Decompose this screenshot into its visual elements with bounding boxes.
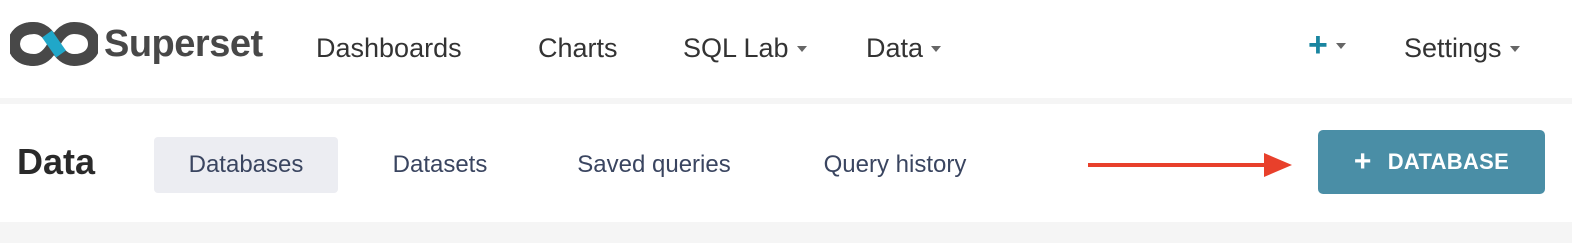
chevron-down-icon — [1509, 46, 1520, 52]
nav-data[interactable]: Data — [866, 28, 942, 68]
tab-datasets[interactable]: Datasets — [372, 137, 508, 193]
nav-data-label: Data — [866, 33, 924, 63]
nav-sql-lab-label: SQL Lab — [683, 33, 789, 63]
page-title: Data — [17, 141, 96, 182]
arrow-right-icon — [1088, 153, 1292, 177]
nav-charts[interactable]: Charts — [538, 28, 618, 68]
tab-saved-queries[interactable]: Saved queries — [556, 137, 752, 193]
superset-logo[interactable]: Superset — [10, 20, 263, 68]
content-background — [0, 222, 1572, 243]
app-name: Superset — [104, 23, 263, 65]
tab-label: Databases — [188, 151, 304, 178]
superset-logo-icon — [10, 21, 98, 67]
add-database-label: DATABASE — [1387, 149, 1510, 174]
tab-databases[interactable]: Databases — [154, 137, 338, 193]
chevron-down-icon — [931, 46, 942, 52]
tab-query-history[interactable]: Query history — [800, 137, 990, 193]
add-database-button[interactable]: + DATABASE — [1318, 130, 1545, 194]
nav-dashboards[interactable]: Dashboards — [316, 28, 462, 68]
page-header: Data Databases Datasets Saved queries Qu… — [0, 104, 1572, 222]
nav-settings-label: Settings — [1404, 33, 1502, 63]
tab-label: Datasets — [392, 151, 488, 178]
chevron-down-icon — [1335, 43, 1346, 49]
tab-label: Saved queries — [577, 151, 731, 178]
nav-charts-label: Charts — [538, 33, 618, 63]
plus-icon: + — [1308, 26, 1328, 64]
nav-dashboards-label: Dashboards — [316, 33, 462, 63]
nav-settings[interactable]: Settings — [1404, 28, 1520, 68]
nav-new-menu[interactable]: + — [1308, 28, 1346, 62]
nav-sql-lab[interactable]: SQL Lab — [683, 28, 807, 68]
tab-label: Query history — [823, 151, 967, 178]
plus-icon: + — [1353, 145, 1372, 178]
top-navbar: Superset Dashboards Charts SQL Lab Data … — [0, 0, 1572, 98]
chevron-down-icon — [796, 46, 807, 52]
